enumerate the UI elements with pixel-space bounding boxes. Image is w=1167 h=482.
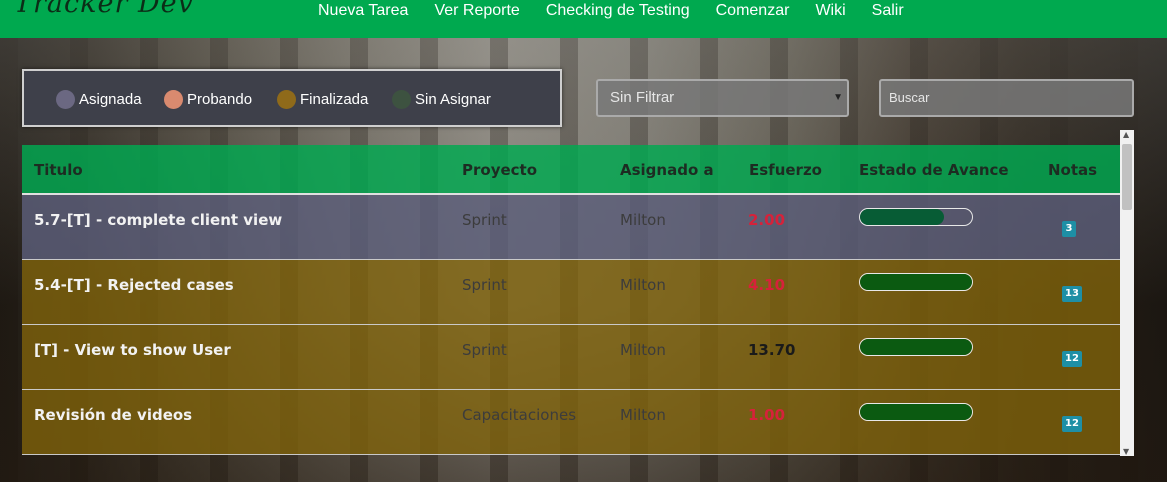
- table-row[interactable]: 5.4-[T] - Rejected cases Sprint Milton 4…: [22, 260, 1120, 325]
- nav-checking-testing[interactable]: Checking de Testing: [533, 0, 703, 22]
- progress-fill: [860, 339, 972, 355]
- scroll-down-icon[interactable]: ▼: [1123, 447, 1129, 456]
- legend-label: Finalizada: [300, 91, 369, 108]
- search-placeholder: Buscar: [889, 90, 930, 105]
- task-title[interactable]: 5.7-[T] - complete client view: [34, 211, 282, 229]
- header-esfuerzo[interactable]: Esfuerzo: [749, 161, 822, 179]
- legend-item-asignada: Asignada: [56, 90, 142, 109]
- legend-dot-icon: [56, 90, 75, 109]
- legend-item-finalizada: Finalizada: [277, 90, 368, 109]
- filter-selected-value: Sin Filtrar: [610, 89, 675, 106]
- task-effort: 2.00: [748, 211, 786, 229]
- table-row[interactable]: [T] - View to show User Sprint Milton 13…: [22, 325, 1120, 390]
- nav-nueva-tarea[interactable]: Nueva Tarea: [305, 0, 421, 22]
- brand-logo[interactable]: Tracker Dev: [14, 0, 194, 19]
- scroll-up-icon[interactable]: ▲: [1123, 130, 1129, 139]
- task-assignee: Milton: [620, 341, 666, 359]
- header-proyecto[interactable]: Proyecto: [462, 161, 537, 179]
- notes-badge[interactable]: 13: [1062, 286, 1082, 302]
- progress-bar: [859, 338, 973, 356]
- legend-label: Asignada: [79, 91, 142, 108]
- scroll-thumb[interactable]: [1122, 144, 1132, 210]
- table-scrollbar[interactable]: ▲ ▼: [1120, 130, 1134, 456]
- legend-dot-icon: [164, 90, 183, 109]
- progress-fill: [860, 209, 944, 225]
- progress-fill: [860, 274, 972, 290]
- nav-wiki[interactable]: Wiki: [802, 0, 858, 22]
- legend-item-probando: Probando: [164, 90, 252, 109]
- legend-dot-icon: [392, 90, 411, 109]
- task-assignee: Milton: [620, 276, 666, 294]
- progress-bar: [859, 403, 973, 421]
- task-project: Capacitaciones: [462, 406, 577, 424]
- search-input[interactable]: Buscar: [879, 79, 1134, 117]
- task-assignee: Milton: [620, 211, 666, 229]
- status-legend: Asignada Probando Finalizada Sin Asignar: [22, 69, 562, 127]
- nav-salir[interactable]: Salir: [859, 0, 917, 22]
- task-title[interactable]: 5.4-[T] - Rejected cases: [34, 276, 234, 294]
- header-titulo[interactable]: Titulo: [34, 161, 83, 179]
- task-effort: 13.70: [748, 341, 796, 359]
- task-title[interactable]: Revisión de videos: [34, 406, 192, 424]
- header-notas[interactable]: Notas: [1048, 161, 1097, 179]
- task-project: Sprint: [462, 211, 507, 229]
- notes-badge[interactable]: 12: [1062, 416, 1082, 432]
- table-row[interactable]: 5.7-[T] - complete client view Sprint Mi…: [22, 195, 1120, 260]
- header-estado-avance[interactable]: Estado de Avance: [859, 161, 1009, 179]
- progress-bar: [859, 273, 973, 291]
- legend-label: Probando: [187, 91, 253, 108]
- progress-fill: [860, 404, 972, 420]
- header-asignado[interactable]: Asignado a: [620, 161, 714, 179]
- nav-comenzar[interactable]: Comenzar: [703, 0, 803, 22]
- task-project: Sprint: [462, 276, 507, 294]
- legend-item-sin-asignar: Sin Asignar: [392, 90, 491, 109]
- legend-label: Sin Asignar: [415, 91, 491, 108]
- nav-ver-reporte[interactable]: Ver Reporte: [421, 0, 532, 22]
- table-header: Titulo Proyecto Asignado a Esfuerzo Esta…: [22, 145, 1120, 195]
- nav-links: Nueva Tarea Ver Reporte Checking de Test…: [305, 0, 917, 38]
- task-effort: 4.10: [748, 276, 786, 294]
- table-row[interactable]: Revisión de videos Capacitaciones Milton…: [22, 390, 1120, 455]
- progress-bar: [859, 208, 973, 226]
- task-assignee: Milton: [620, 406, 666, 424]
- task-project: Sprint: [462, 341, 507, 359]
- notes-badge[interactable]: 12: [1062, 351, 1082, 367]
- chevron-down-icon: ▼: [833, 92, 843, 103]
- legend-dot-icon: [277, 90, 296, 109]
- task-effort: 1.00: [748, 406, 786, 424]
- navbar: Tracker Dev Nueva Tarea Ver Reporte Chec…: [0, 0, 1167, 38]
- tasks-table: Titulo Proyecto Asignado a Esfuerzo Esta…: [22, 145, 1134, 455]
- notes-badge[interactable]: 3: [1062, 221, 1076, 237]
- filter-select[interactable]: Sin Filtrar ▼: [596, 79, 849, 117]
- task-title[interactable]: [T] - View to show User: [34, 341, 231, 359]
